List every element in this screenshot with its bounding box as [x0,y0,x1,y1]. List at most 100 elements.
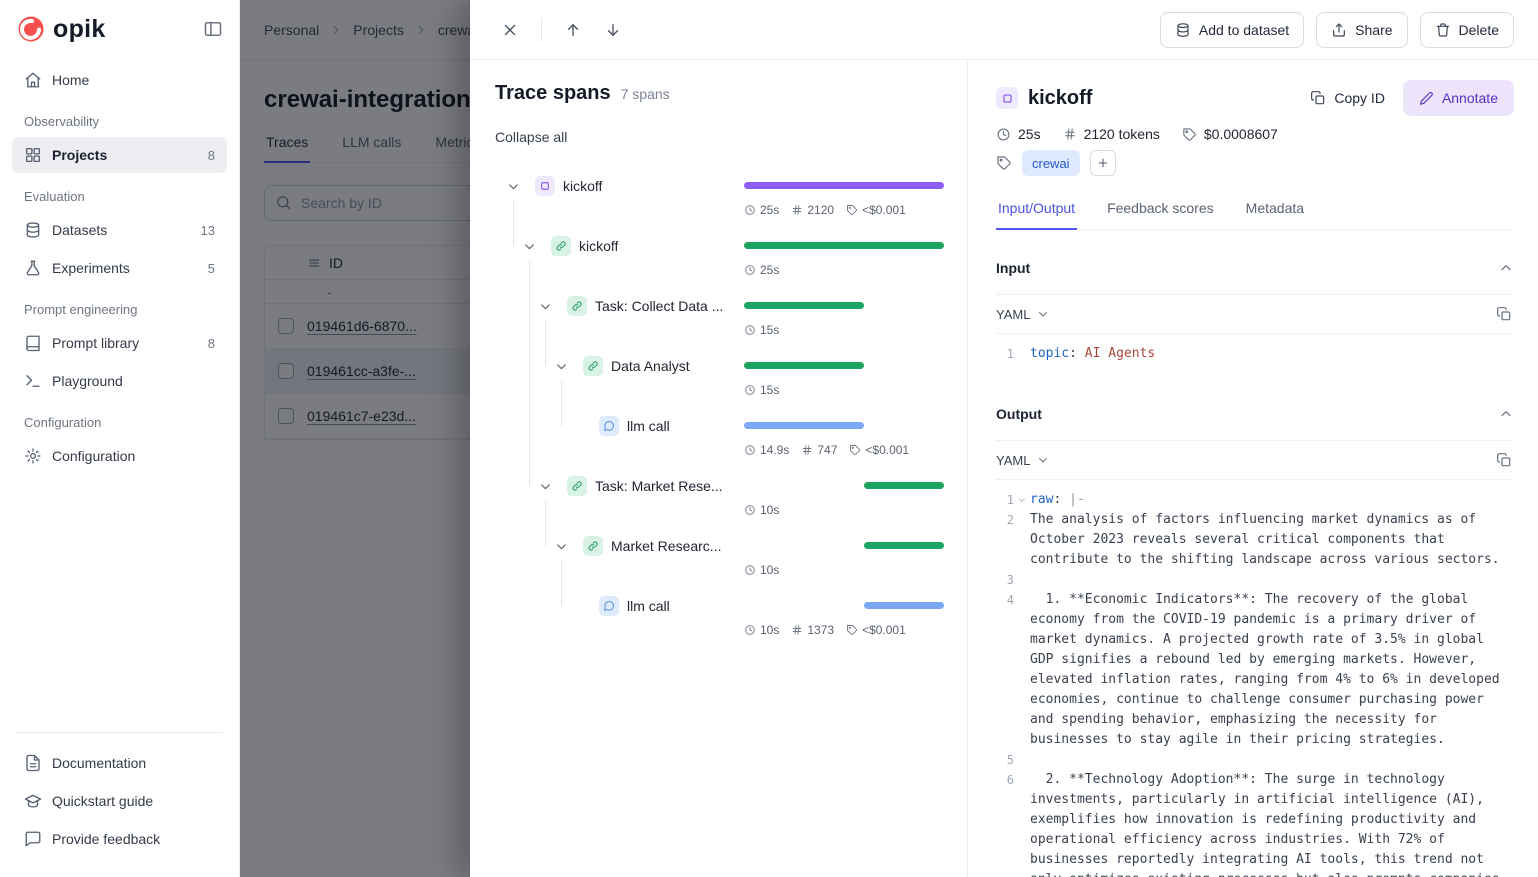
sidebar-item-provide-feedback[interactable]: Provide feedback [12,821,227,857]
clock-icon [744,444,756,456]
code-line: 2The analysis of factors influencing mar… [996,510,1514,570]
span-timeline [744,469,944,503]
chevron-spacer [569,598,585,614]
span-row[interactable]: kickoff25s2120<$0.001 [495,169,943,229]
dataset-icon [1175,22,1191,38]
chevron-up-icon[interactable] [1498,406,1514,422]
tab-input-output[interactable]: Input/Output [996,200,1077,229]
guide-icon [24,792,42,810]
copy-id-button[interactable]: Copy ID [1298,80,1397,116]
sidebar-item-home[interactable]: Home [12,62,227,98]
sidebar-item-quickstart-guide[interactable]: Quickstart guide [12,783,227,819]
expand-toggle[interactable] [537,478,553,494]
copy-output-button[interactable] [1494,450,1514,470]
input-format-select[interactable]: YAML [996,307,1050,322]
previous-trace-button[interactable] [560,17,586,43]
playground-icon [24,372,42,390]
button-label: Add to dataset [1199,22,1289,38]
code-text [1030,570,1514,590]
sidebar-item-projects[interactable]: Projects8 [12,137,227,173]
span-row[interactable]: llm call10s1373<$0.001 [495,589,943,649]
expand-toggle[interactable] [521,238,537,254]
expand-toggle[interactable] [505,178,521,194]
span-row[interactable]: kickoff25s [495,229,943,289]
sidebar-item-playground[interactable]: Playground [12,363,227,399]
chevron-down-icon [538,299,553,314]
add-tag-button[interactable] [1090,150,1116,176]
share-button[interactable]: Share [1316,12,1407,48]
span-cost: <$0.001 [849,443,909,457]
sidebar-item-label: Prompt library [52,335,139,351]
button-label: Copy ID [1334,90,1385,106]
tag-chip[interactable]: crewai [1022,150,1080,176]
annotate-button[interactable]: Annotate [1403,80,1514,116]
drawer-toolbar: Add to dataset Share Delete [470,0,1538,60]
span-timeline [744,289,944,323]
sidebar-item-configuration[interactable]: Configuration [12,438,227,474]
tab-metadata[interactable]: Metadata [1244,200,1306,229]
span-row[interactable]: Task: Market Rese...10s [495,469,943,529]
clock-icon [744,264,756,276]
tree-guide-line [529,261,530,486]
output-section-label: Output [996,406,1042,422]
input-section-header[interactable]: Input [996,242,1514,294]
span-row[interactable]: Market Researc...10s [495,529,943,589]
close-drawer-button[interactable] [497,17,523,43]
price-tag-icon [1182,127,1197,142]
spans-count: 7 spans [621,86,670,102]
span-duration-bar [744,422,864,429]
tree-guide-line [513,201,514,246]
next-trace-button[interactable] [600,17,626,43]
code-text: The analysis of factors influencing mark… [1030,510,1514,570]
detail-header: kickoff Copy ID Annotate [996,80,1514,116]
span-duration-bar [864,602,944,609]
span-row[interactable]: Task: Collect Data ...15s [495,289,943,349]
sidebar-item-label: Provide feedback [52,831,160,847]
clock-icon [996,127,1011,142]
output-code-header: YAML [996,440,1514,480]
sidebar-item-label: Home [52,72,89,88]
output-format-select[interactable]: YAML [996,453,1050,468]
expand-toggle[interactable] [553,538,569,554]
link-icon [551,236,571,256]
span-row[interactable]: Data Analyst15s [495,349,943,409]
hash-icon [801,444,813,456]
tab-feedback-scores[interactable]: Feedback scores [1105,200,1216,229]
sidebar-item-documentation[interactable]: Documentation [12,745,227,781]
input-section-label: Input [996,260,1030,276]
trace-meta-row: 25s 2120 tokens $0.0008607 [996,126,1514,142]
fold-spacer [1014,750,1030,770]
detail-tabs: Input/Output Feedback scores Metadata [996,200,1514,230]
output-section-header[interactable]: Output [996,388,1514,440]
sidebar-item-prompt-library[interactable]: Prompt library 8 [12,325,227,361]
prompt-library-icon [24,334,42,352]
detail-actions: Copy ID Annotate [1298,80,1514,116]
nav-section-label: Observability [12,114,227,129]
chevron-up-icon[interactable] [1498,260,1514,276]
experiments-icon [24,259,42,277]
sidebar-footer-nav: DocumentationQuickstart guide Provide fee… [12,745,227,857]
add-to-dataset-button[interactable]: Add to dataset [1160,12,1304,48]
expand-toggle[interactable] [537,298,553,314]
button-label: Delete [1459,22,1499,38]
collapse-all-button[interactable]: Collapse all [495,129,567,145]
divider [16,732,223,733]
delete-button[interactable]: Delete [1420,12,1514,48]
chevron-spacer [569,418,585,434]
trace-spans-panel: Trace spans 7 spans Collapse all kickoff… [470,60,968,877]
span-timeline [744,229,944,263]
expand-toggle[interactable] [553,358,569,374]
span-tokens: 1373 [791,623,834,637]
sidebar-item-datasets[interactable]: Datasets13 [12,212,227,248]
sidebar-item-count: 8 [208,336,215,351]
collapse-sidebar-button[interactable] [203,19,223,39]
chevron-down-icon [538,479,553,494]
drawer-actions: Add to dataset Share Delete [1160,12,1514,48]
span-row[interactable]: llm call14.9s747<$0.001 [495,409,943,469]
code-text: raw: |- [1030,490,1514,510]
chevron-down-icon [1017,495,1027,505]
fold-toggle[interactable] [1014,490,1030,510]
span-duration: 15s [744,383,779,397]
sidebar-item-experiments[interactable]: Experiments5 [12,250,227,286]
copy-input-button[interactable] [1494,304,1514,324]
